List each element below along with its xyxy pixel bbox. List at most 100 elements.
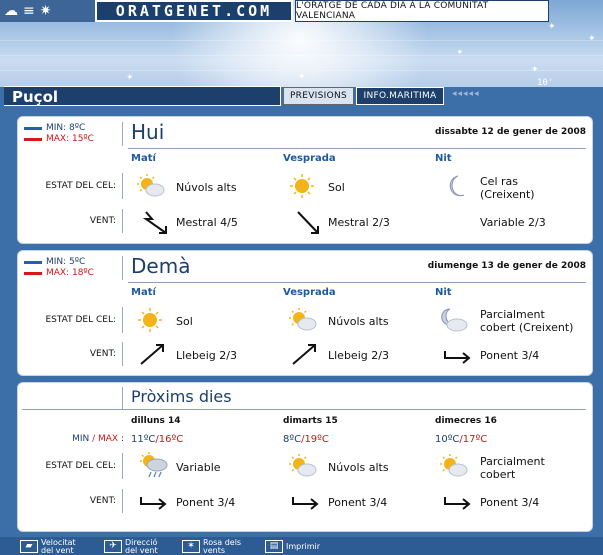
wind-rose-link[interactable]: ✶ Rosa dels vents xyxy=(182,538,241,555)
day-header: dimarts 15 xyxy=(283,416,338,426)
sky-condition: Parcialment cobert (Creixent) xyxy=(480,308,574,334)
tab-info-maritima[interactable]: INFO.MARITIMA xyxy=(356,87,444,105)
wind-arrow-e-icon xyxy=(444,497,471,510)
wind-direction-link[interactable]: ✈ Direcció del vent xyxy=(104,538,158,555)
sun-cloud-icon xyxy=(440,454,468,477)
star-icon: ✦ xyxy=(588,34,596,44)
sky-condition: Variable xyxy=(176,461,221,474)
period-header: Matí xyxy=(131,287,156,298)
city-bar: Puçol xyxy=(4,86,281,106)
wind-speed-link[interactable]: ▰ Velocitat del vent xyxy=(20,538,76,555)
day-temps: 11ºC/16ºC xyxy=(131,434,184,445)
minmax-legend: MIN: 5ºC MAX: 18ºC xyxy=(24,257,94,279)
max-bar xyxy=(24,272,42,275)
wind-label: VENT: xyxy=(89,216,116,226)
sky-label: ESTAT DEL CEL: xyxy=(45,181,116,191)
print-link[interactable]: ▤ Imprimir xyxy=(265,538,320,555)
wind-label: VENT: xyxy=(89,349,116,359)
city-name: Puçol xyxy=(12,88,59,106)
tab-previsions[interactable]: PREVISIONS xyxy=(283,87,354,105)
logo-icons: ☁ ≡ ✷ xyxy=(0,0,95,22)
sun-rain-cloud-icon xyxy=(140,452,168,478)
star-icon: ✦ xyxy=(298,72,306,82)
footer-toolbar: ▰ Velocitat del vent ✈ Direcció del vent… xyxy=(0,537,603,555)
sky-label: ESTAT DEL CEL: xyxy=(45,461,116,471)
printer-icon: ▤ xyxy=(265,540,283,553)
period-header: Nit xyxy=(435,287,452,298)
wind-value: Ponent 3/4 xyxy=(176,496,236,509)
sky-condition: Sol xyxy=(328,181,345,194)
forecast-panel: MIN: 8ºC MAX: 15ºC Hui dissabte 12 de ge… xyxy=(4,106,603,546)
compass-icon: ✶ xyxy=(182,540,200,553)
wind-arrow-se-icon xyxy=(142,211,167,234)
star-icon: ✦ xyxy=(126,73,134,83)
moon-cloud-icon xyxy=(441,308,468,332)
sun-icon xyxy=(138,308,162,332)
wind-value: Ponent 3/4 xyxy=(480,349,540,362)
sky-condition: Cel ras (Creixent) xyxy=(480,175,535,201)
sun-icon: ✷ xyxy=(39,3,52,19)
day-title: Demà xyxy=(131,254,191,278)
date-label: dissabte 12 de gener de 2008 xyxy=(435,127,586,137)
wind-label: VENT: xyxy=(89,496,116,506)
period-header: Vesprada xyxy=(283,287,336,298)
star-icon: ✦ xyxy=(531,65,539,75)
wind-arrow-e-icon xyxy=(292,497,319,510)
sky-condition: Sol xyxy=(176,315,193,328)
sun-cloud-icon xyxy=(289,454,317,477)
minmax-label: MIN / MAX : xyxy=(72,434,124,444)
wind-value: Ponent 3/4 xyxy=(480,496,540,509)
max-bar xyxy=(24,138,42,141)
star-icon: ✦ xyxy=(548,22,556,32)
day-temps: 8ºC/19ºC xyxy=(283,434,329,445)
min-temp: MIN: 5ºC xyxy=(46,257,86,267)
section-title: Pròxims dies xyxy=(131,387,232,406)
sky-condition: Núvols alts xyxy=(176,181,237,194)
day-temps: 10ºC/17ºC xyxy=(435,434,488,445)
sun-cloud-icon xyxy=(289,308,317,331)
sky-condition: Núvols alts xyxy=(328,461,389,474)
sun-icon xyxy=(290,174,314,198)
day-header: dilluns 14 xyxy=(131,416,181,426)
wind-arrow-e-icon xyxy=(444,351,471,364)
wind-value: Mestral 4/5 xyxy=(176,216,238,229)
forecast-card-next-days: Pròxims dies dilluns 14 dimarts 15 dimec… xyxy=(17,382,593,532)
period-header: Matí xyxy=(131,153,156,164)
top-bar: ☁ ≡ ✷ ORATGENET.COM L'ORATGE DE CADA DIA… xyxy=(0,0,603,22)
wind-arrow-ne-icon xyxy=(292,344,316,365)
sky-condition: Núvols alts xyxy=(328,315,389,328)
plane-icon: ✈ xyxy=(104,540,122,553)
date-label: diumenge 13 de gener de 2008 xyxy=(427,261,586,271)
site-logo[interactable]: ORATGENET.COM xyxy=(95,0,293,22)
truck-icon: ▰ xyxy=(20,540,38,553)
menu-lines-icon: ≡ xyxy=(23,3,35,19)
max-temp: MAX: 18ºC xyxy=(46,268,94,278)
min-temp: MIN: 8ºC xyxy=(46,123,86,133)
wind-value: Mestral 2/3 xyxy=(328,216,390,229)
tabs-arrows-decoration: ◂◂◂◂◂ xyxy=(452,89,480,99)
wind-value: Variable 2/3 xyxy=(480,216,546,229)
sun-cloud-icon xyxy=(137,174,165,197)
max-temp: MAX: 15ºC xyxy=(46,134,94,144)
deco-number: 10' xyxy=(537,78,554,87)
cloud-icon: ☁ xyxy=(4,3,18,19)
day-header: dimecres 16 xyxy=(435,416,497,426)
moon-icon xyxy=(449,175,465,197)
min-bar xyxy=(24,127,42,130)
wind-value: Llebeig 2/3 xyxy=(176,349,237,362)
wind-arrow-se-icon xyxy=(297,211,319,234)
wind-value: Llebeig 2/3 xyxy=(328,349,389,362)
day-title: Hui xyxy=(131,120,165,144)
site-tagline: L'ORATGE DE CADA DIA A LA COMUNITAT VALE… xyxy=(295,0,549,22)
wind-arrow-e-icon xyxy=(140,497,167,510)
wind-arrow-ne-icon xyxy=(140,344,164,365)
forecast-card-today: MIN: 8ºC MAX: 15ºC Hui dissabte 12 de ge… xyxy=(17,116,593,244)
forecast-card-tomorrow: MIN: 5ºC MAX: 18ºC Demà diumenge 13 de g… xyxy=(17,250,593,376)
star-icon: ✦ xyxy=(456,48,464,58)
period-header: Nit xyxy=(435,153,452,164)
minmax-legend: MIN: 8ºC MAX: 15ºC xyxy=(24,123,94,145)
sky-condition: Parcialment cobert xyxy=(480,455,545,481)
period-header: Vesprada xyxy=(283,153,336,164)
sky-label: ESTAT DEL CEL: xyxy=(45,315,116,325)
wind-value: Ponent 3/4 xyxy=(328,496,388,509)
